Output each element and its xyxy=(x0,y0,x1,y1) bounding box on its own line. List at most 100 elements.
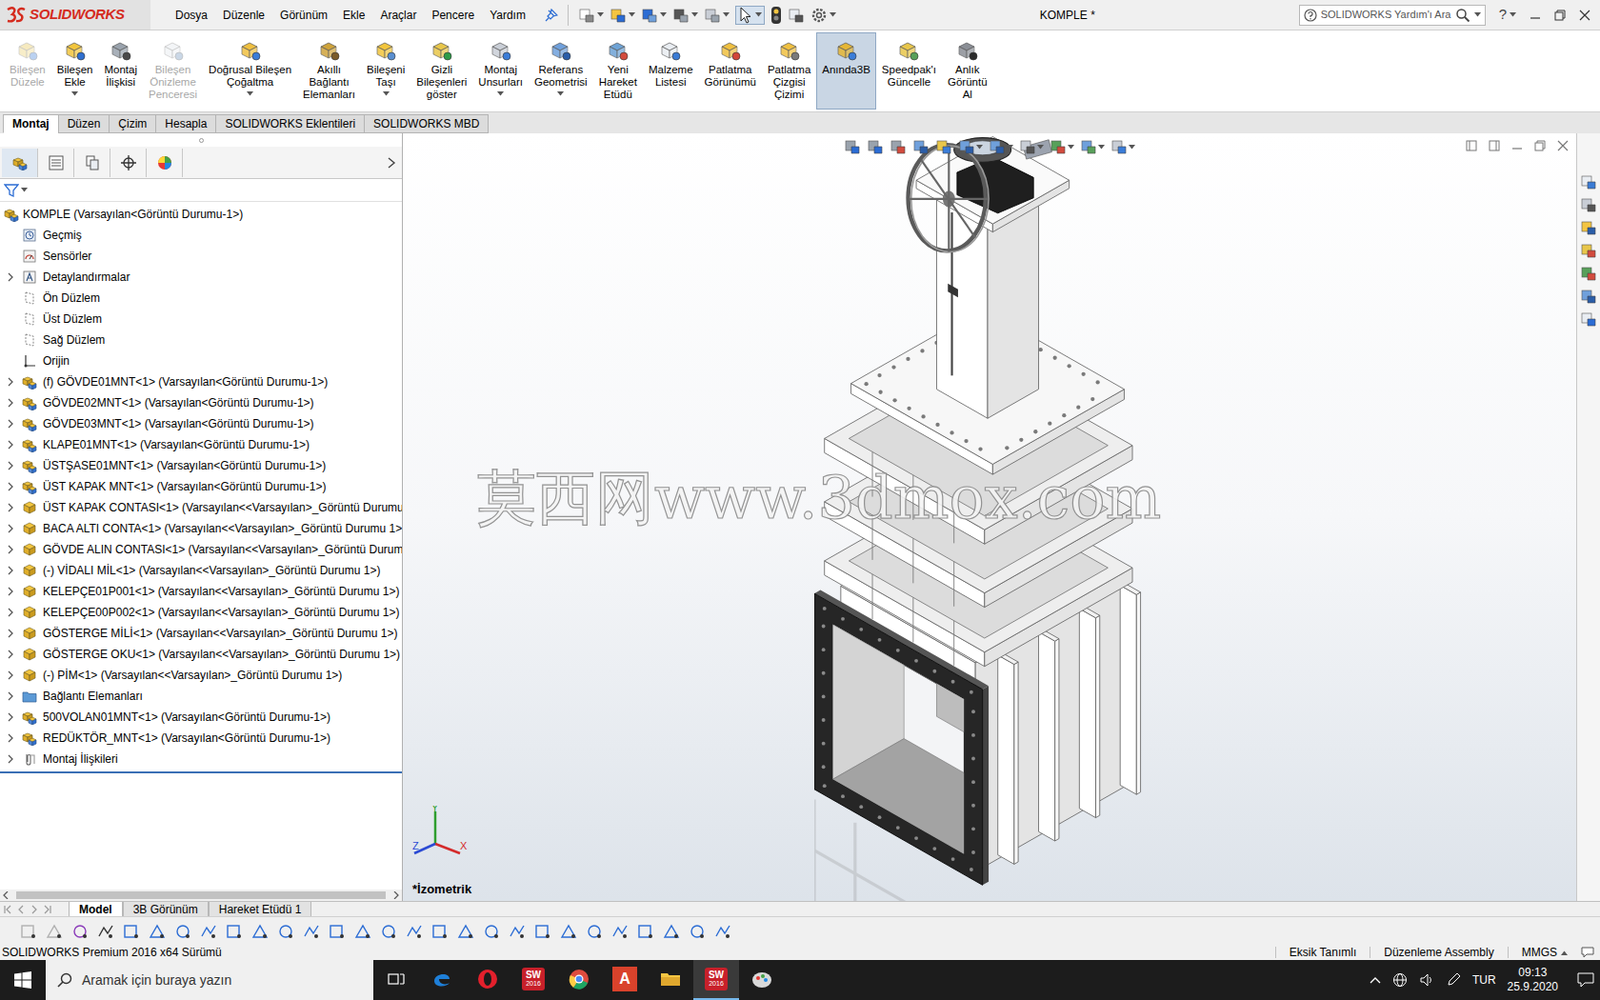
toolbar-button[interactable] xyxy=(640,6,667,24)
command-tab[interactable]: SOLIDWORKS MBD xyxy=(363,114,489,134)
menu-item[interactable]: Ekle xyxy=(335,4,373,26)
command-button[interactable]: BileşenEkle xyxy=(51,32,100,110)
tab-nav-icon[interactable] xyxy=(43,904,52,915)
taskbar-app[interactable]: A xyxy=(601,960,648,1000)
view-tool-icon[interactable] xyxy=(958,138,976,156)
tree-item[interactable]: KOMPLE (Varsayılan<Görüntü Durumu-1>) xyxy=(0,203,402,225)
sketch-tool-icon[interactable] xyxy=(610,921,630,941)
expand-icon[interactable] xyxy=(6,398,15,408)
expand-icon[interactable] xyxy=(6,565,15,576)
menu-item[interactable]: Düzenle xyxy=(215,4,273,26)
sketch-tool-icon[interactable] xyxy=(456,921,476,941)
tree-filter[interactable] xyxy=(0,179,402,202)
sketch-tool-icon[interactable] xyxy=(404,921,424,941)
caret-icon[interactable] xyxy=(1128,144,1136,150)
caret-icon[interactable] xyxy=(691,12,699,18)
tree-item[interactable]: KLAPE01MNT<1> (Varsayılan<Görüntü Durumu… xyxy=(0,434,402,456)
command-button[interactable]: AnlıkGörüntüAl xyxy=(941,32,994,110)
tree-item[interactable]: GÖVDE03MNT<1> (Varsayılan<Görüntü Durumu… xyxy=(0,413,402,435)
sketch-tool-icon[interactable] xyxy=(687,921,707,941)
view-tool[interactable] xyxy=(866,138,884,156)
tree-item[interactable]: Bağlantı Elemanları xyxy=(0,685,402,707)
sketch-tool-icon[interactable] xyxy=(276,921,296,941)
view-tool-icon[interactable] xyxy=(988,138,1006,156)
caret-icon[interactable] xyxy=(497,91,504,97)
view-tool[interactable] xyxy=(1049,138,1075,156)
notifications-icon[interactable] xyxy=(1577,972,1595,988)
view-tool-icon[interactable] xyxy=(935,138,953,156)
tree-item[interactable]: Ön Düzlem xyxy=(0,287,402,309)
tree-item[interactable]: Sağ Düzlem xyxy=(0,329,402,351)
view-tool[interactable] xyxy=(988,138,1014,156)
help-menu[interactable]: ? xyxy=(1499,3,1517,26)
sketch-tool-icon[interactable] xyxy=(96,921,116,941)
menu-item[interactable]: Yardım xyxy=(481,4,534,26)
panel-tab[interactable] xyxy=(38,148,75,178)
expand-icon[interactable] xyxy=(6,712,15,722)
caret-icon[interactable] xyxy=(1474,12,1481,18)
menu-item[interactable]: Görünüm xyxy=(272,4,336,26)
command-button[interactable]: Montajİlişkisi xyxy=(98,32,143,110)
panel-tab[interactable] xyxy=(1,148,39,178)
tile-left-icon[interactable] xyxy=(1465,140,1478,152)
task-pane-icon[interactable] xyxy=(1580,241,1598,260)
expand-icon[interactable] xyxy=(6,649,15,660)
command-button[interactable]: MalzemeListesi xyxy=(642,32,700,110)
caret-icon[interactable] xyxy=(246,91,254,97)
clock[interactable]: 09:1325.9.2020 xyxy=(1507,965,1559,995)
command-tab[interactable]: Çizim xyxy=(108,114,157,134)
task-pane-icon[interactable] xyxy=(1580,196,1598,214)
taskbar-app[interactable]: SW2016 xyxy=(693,960,740,1000)
view-tool-icon[interactable] xyxy=(912,138,930,156)
panel-tab[interactable] xyxy=(74,148,111,178)
sketch-tool-icon[interactable] xyxy=(713,921,733,941)
toolbar-button[interactable] xyxy=(578,6,604,24)
caret-icon[interactable] xyxy=(597,12,604,18)
command-button[interactable]: BileşenDüzele xyxy=(3,32,52,110)
tree-item[interactable]: GÖSTERGE OKU<1> (Varsayılan<<Varsayılan>… xyxy=(0,643,402,665)
view-tool[interactable] xyxy=(1019,138,1044,156)
caret-icon[interactable] xyxy=(20,187,28,193)
view-tool-icon[interactable] xyxy=(889,138,907,156)
select-button[interactable] xyxy=(735,5,765,25)
tree-item[interactable]: Geçmiş xyxy=(0,224,402,246)
logo[interactable]: SOLIDWORKS xyxy=(0,0,151,30)
menu-item[interactable]: Araçlar xyxy=(372,4,424,26)
sketch-tool-icon[interactable] xyxy=(224,921,244,941)
sketch-tool-icon[interactable] xyxy=(636,921,656,941)
expand-icon[interactable] xyxy=(6,460,15,471)
view-tool-icon[interactable] xyxy=(1019,138,1037,156)
toolbar-icon[interactable] xyxy=(703,6,721,24)
toolbar-button[interactable] xyxy=(609,6,636,24)
view-tool[interactable] xyxy=(889,138,907,156)
sketch-tool-icon[interactable] xyxy=(199,921,219,941)
help-search[interactable]: SOLIDWORKS Yardım'ı Ara xyxy=(1299,4,1486,26)
tree-item[interactable]: KELEPÇE01P001<1> (Varsayılan<<Varsayılan… xyxy=(0,580,402,602)
chevron-right-icon[interactable] xyxy=(386,157,397,169)
front-flange[interactable] xyxy=(814,583,1036,885)
tree-item[interactable]: REDÜKTÖR_MNT<1> (Varsayılan<Görüntü Duru… xyxy=(0,727,402,749)
tree-item[interactable]: KELEPÇE00P002<1> (Varsayılan<<Varsayılan… xyxy=(0,601,402,623)
taskbar-app[interactable] xyxy=(556,960,602,1000)
tray-chevron-icon[interactable] xyxy=(1369,976,1381,984)
taskbar-app[interactable]: SW2016 xyxy=(510,960,557,1000)
command-button[interactable]: GizliBileşenlerigöster xyxy=(410,32,473,110)
tree-item[interactable]: GÖSTERGE MİLİ<1> (Varsayılan<<Varsayılan… xyxy=(0,622,402,644)
sketch-tool-icon[interactable] xyxy=(584,921,604,941)
taskbar-app[interactable] xyxy=(419,960,465,1000)
minimize-icon[interactable] xyxy=(1529,9,1541,21)
tree-item[interactable]: ÜST KAPAK MNT<1> (Varsayılan<Görüntü Dur… xyxy=(0,476,402,498)
command-button[interactable]: PatlatmaÇizgisiÇizimi xyxy=(761,32,817,110)
caret-icon[interactable] xyxy=(660,12,667,18)
sketch-tool-icon[interactable] xyxy=(507,921,527,941)
caret-icon[interactable] xyxy=(1067,144,1075,150)
network-icon[interactable] xyxy=(1392,972,1408,988)
status-item[interactable]: Eksik Tanımlı xyxy=(1275,946,1370,959)
tree-item[interactable]: (f) GÖVDE01MNT<1> (Varsayılan<Görüntü Du… xyxy=(0,371,402,393)
taskbar-search[interactable]: Aramak için buraya yazın xyxy=(45,960,374,1000)
caret-icon[interactable] xyxy=(71,91,79,97)
restore-icon[interactable] xyxy=(1554,9,1566,21)
caret-icon[interactable] xyxy=(1509,12,1517,18)
tile-right-icon[interactable] xyxy=(1488,140,1500,152)
command-tab[interactable]: Düzen xyxy=(58,114,111,134)
